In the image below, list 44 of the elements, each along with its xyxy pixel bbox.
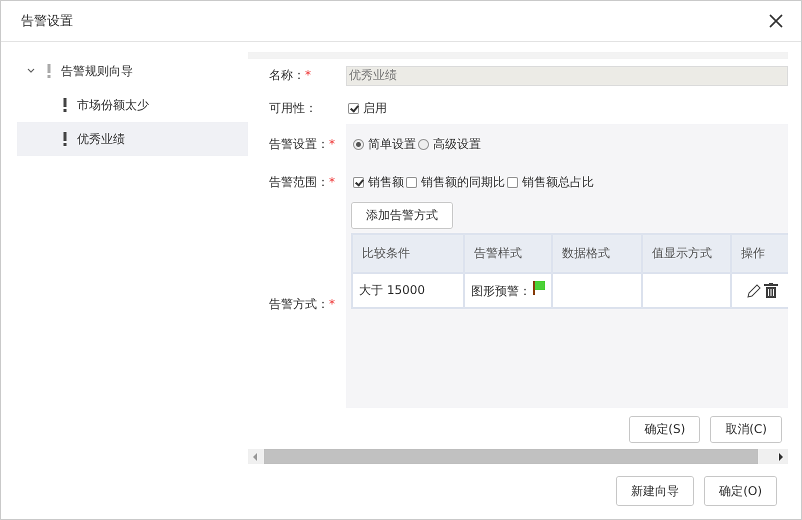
delete-icon[interactable] (764, 283, 778, 298)
chevron-icon[interactable] (27, 68, 35, 74)
checkbox-label: 销售额 (368, 174, 404, 190)
column-header: 值显示方式 (642, 234, 731, 273)
edit-icon[interactable] (746, 282, 762, 298)
dialog-button[interactable]: 取消(C) (710, 416, 782, 443)
scroll-right-icon[interactable] (778, 452, 784, 460)
exclamation-icon (63, 98, 67, 112)
field-label: 告警方式：* (269, 296, 336, 312)
field-label: 告警设置：* (269, 136, 336, 152)
tree-item[interactable]: 告警规则向导 (17, 54, 248, 88)
radio-button[interactable] (353, 138, 364, 150)
add-method-button[interactable]: 添加告警方式 (351, 202, 453, 229)
field-label: 名称：* (269, 67, 312, 84)
dialog-button[interactable]: 确定(O) (704, 476, 777, 506)
column-header: 告警样式 (464, 234, 552, 273)
window-title: 告警设置 (21, 13, 73, 30)
checkbox[interactable] (507, 176, 518, 188)
radio-label: 简单设置 (368, 136, 416, 152)
checkbox-label: 销售额总占比 (522, 174, 594, 190)
scrollbar[interactable] (248, 449, 788, 464)
checkbox[interactable] (406, 176, 417, 188)
checkbox-label: 销售额的同期比 (421, 174, 505, 190)
column-header: 操作 (731, 234, 788, 273)
flag-icon (533, 281, 545, 295)
exclamation-icon (47, 64, 51, 78)
exclamation-icon (63, 132, 67, 146)
checkbox[interactable] (353, 176, 364, 188)
dialog-button[interactable]: 新建向导 (616, 476, 694, 506)
field-label: 可用性： (269, 100, 318, 116)
table-cell: 大于 15000 (352, 273, 464, 308)
name-field[interactable]: 优秀业绩 (346, 66, 788, 86)
tree-item[interactable]: 优秀业绩 (17, 122, 248, 156)
field-label: 告警范围：* (269, 174, 336, 190)
radio-button[interactable] (418, 138, 429, 150)
close-icon[interactable] (769, 14, 783, 28)
tree-item[interactable]: 市场份额太少 (17, 88, 248, 122)
column-header: 比较条件 (352, 234, 464, 273)
checkbox[interactable] (348, 102, 359, 114)
checkbox-label: 启用 (363, 100, 387, 116)
column-header: 数据格式 (552, 234, 642, 273)
dialog-button[interactable]: 确定(S) (629, 416, 700, 443)
table-cell: 图形预警： (471, 284, 531, 298)
radio-label: 高级设置 (433, 136, 481, 152)
